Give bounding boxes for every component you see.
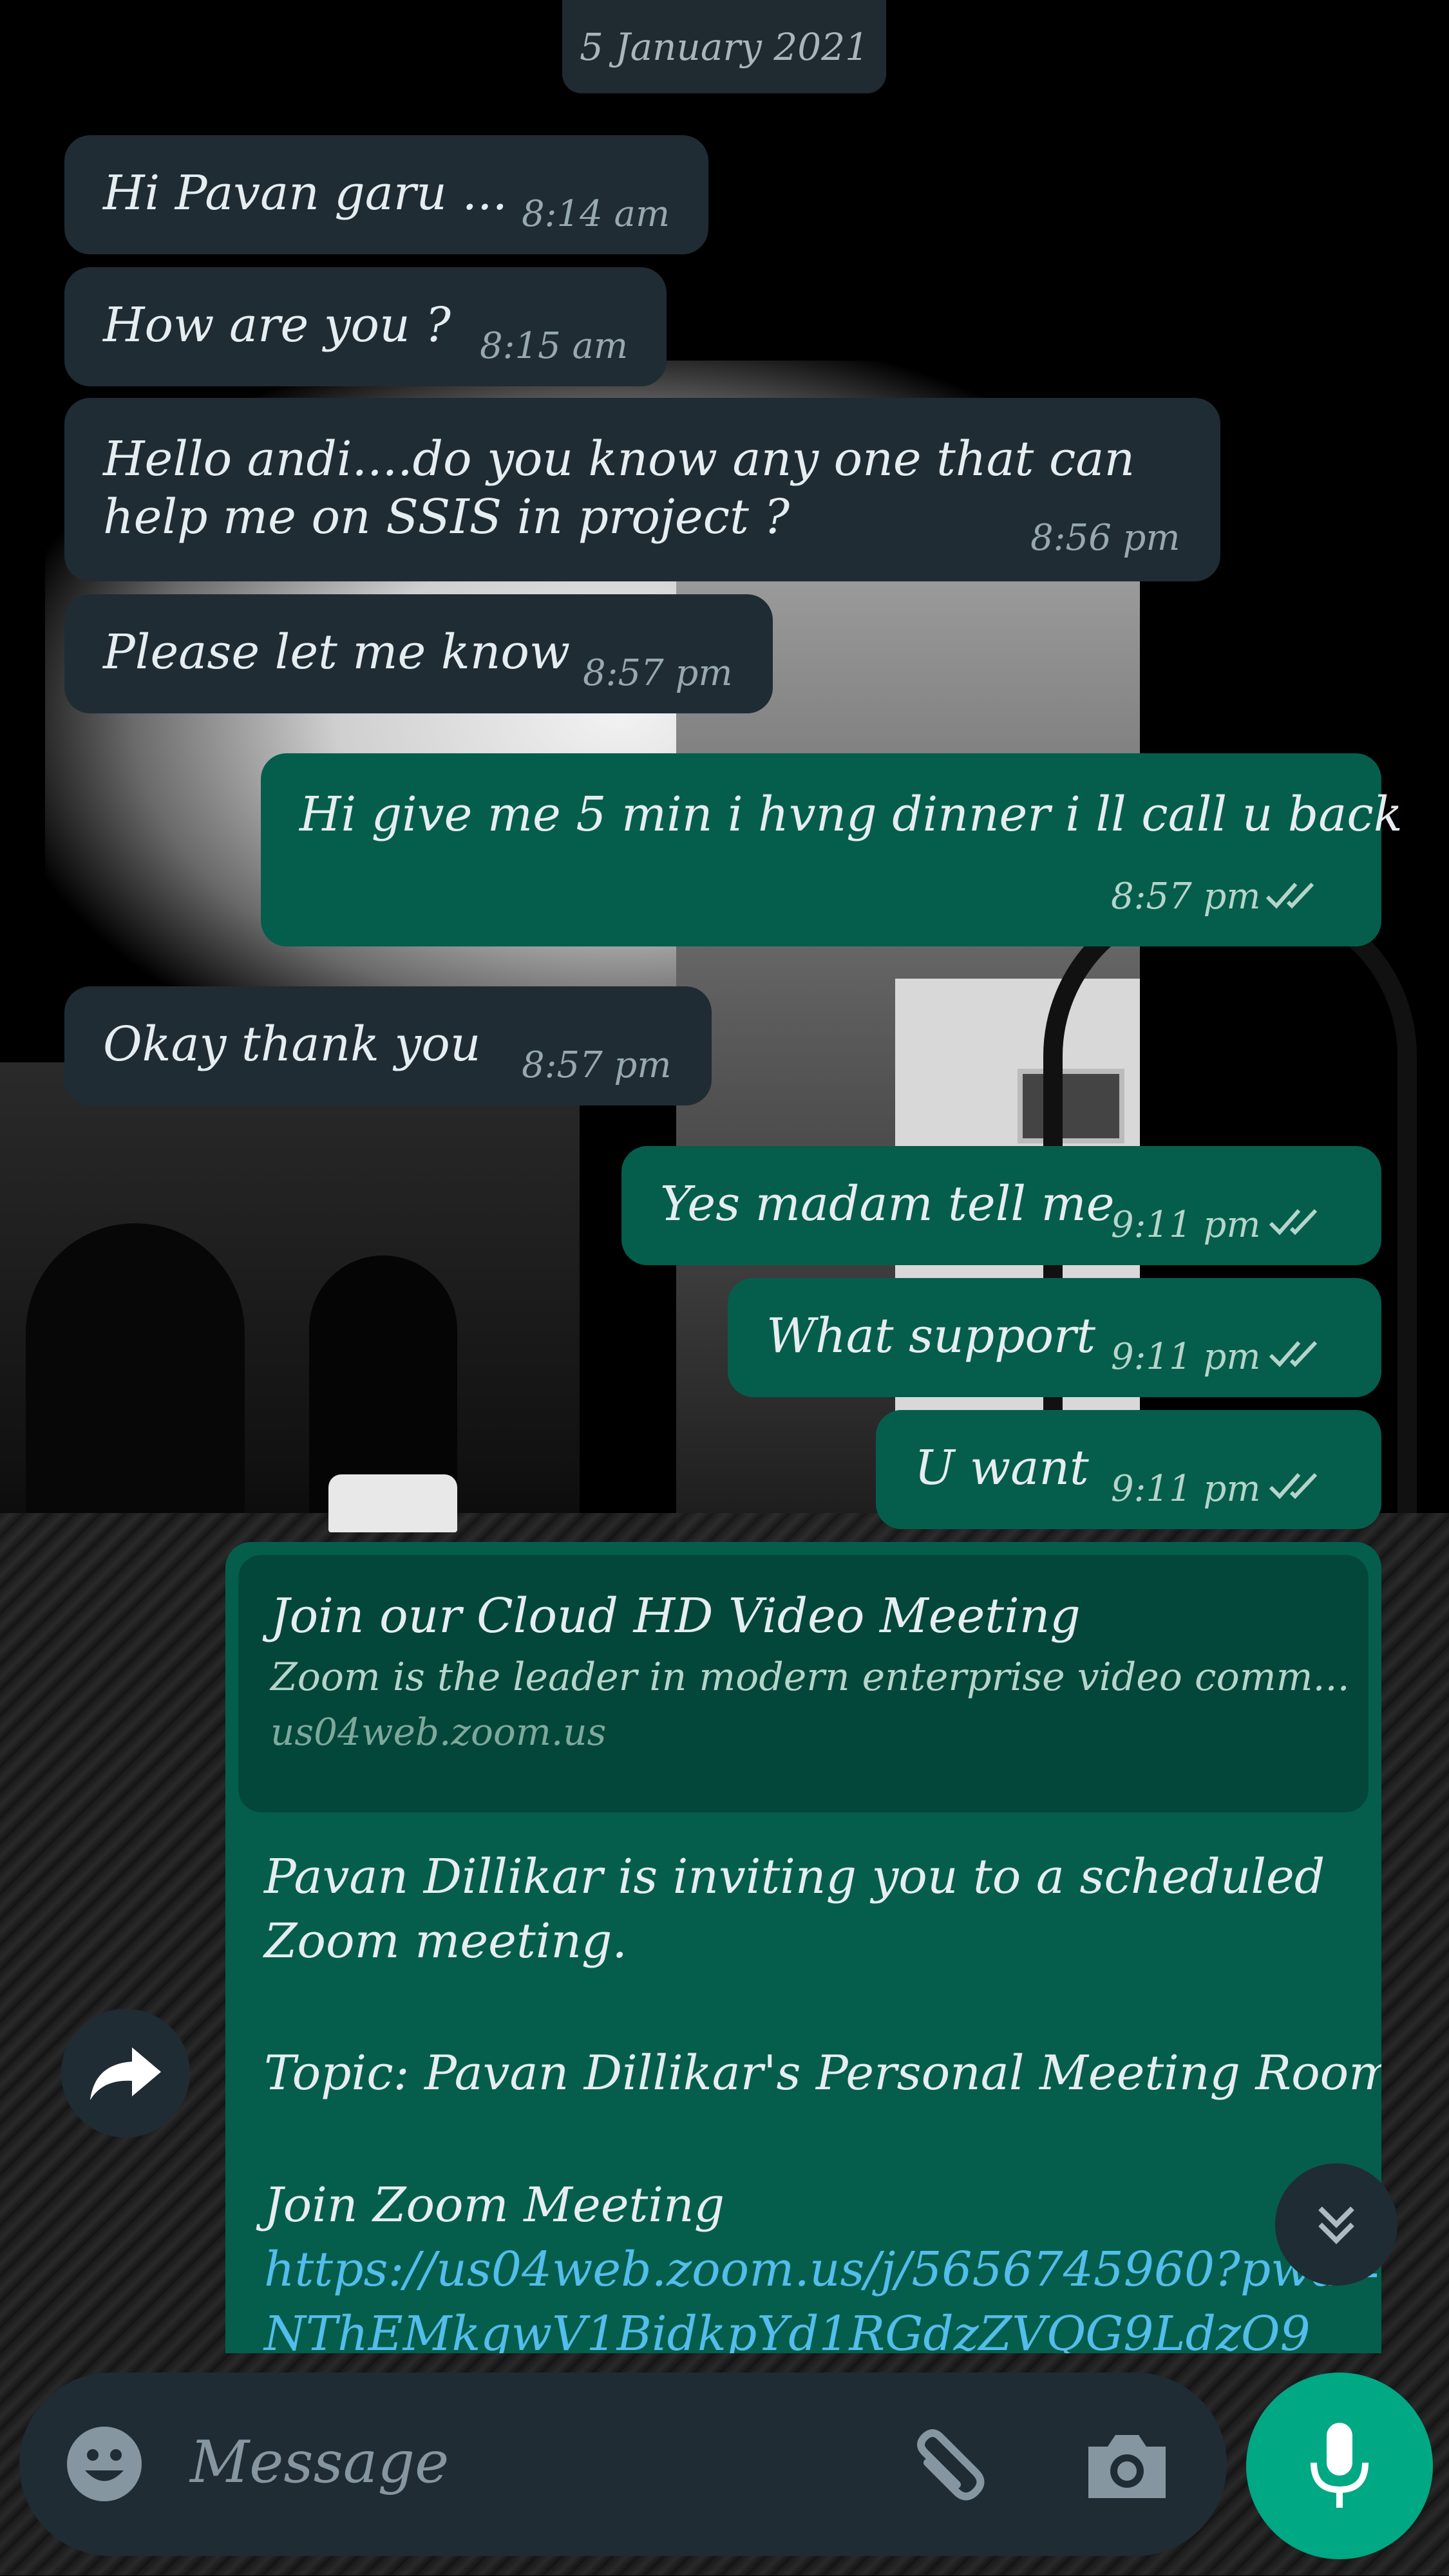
message-text: Please let me know: [103, 625, 571, 680]
message-time: 8:57 pm: [583, 652, 733, 694]
paperclip-icon[interactable]: [902, 2418, 998, 2514]
message-time: 8:57 pm: [1111, 876, 1261, 917]
message-text: Okay thank you: [103, 1017, 481, 1072]
mic-icon: [1311, 2423, 1368, 2508]
message-text: Yes madam tell me: [660, 1176, 1115, 1232]
incoming-message[interactable]: Okay thank you 8:57 pm: [64, 986, 712, 1105]
double-check-icon: [1265, 882, 1314, 909]
message-time: 8:15 am: [480, 325, 629, 367]
link-preview-title: Join our Cloud HD Video Meeting: [270, 1588, 1081, 1644]
incoming-message[interactable]: Hi Pavan garu ... 8:14 am: [64, 135, 708, 254]
message-text-line: Hello andi....do you know any one that c…: [103, 431, 1135, 487]
message-text: Hi Pavan garu ...: [103, 165, 508, 221]
camera-icon[interactable]: [1082, 2427, 1172, 2505]
chevron-double-down-icon: [1318, 2206, 1354, 2244]
outgoing-message[interactable]: Yes madam tell me 9:11 pm: [621, 1146, 1381, 1265]
meeting-link[interactable]: https://us04web.zoom.us/j/5656745960?pwd…: [264, 2237, 1381, 2302]
outgoing-message[interactable]: U want 9:11 pm: [876, 1410, 1381, 1529]
link-preview-domain: us04web.zoom.us: [270, 1710, 607, 1754]
double-check-icon: [1269, 1340, 1318, 1368]
emoji-icon[interactable]: [64, 2424, 145, 2505]
message-time: 9:11 pm: [1111, 1468, 1261, 1510]
incoming-message[interactable]: How are you ? 8:15 am: [64, 267, 667, 386]
message-text: U want: [914, 1440, 1089, 1496]
invite-join-heading: Join Zoom Meeting: [264, 2177, 725, 2233]
outgoing-link-message[interactable]: Join our Cloud HD Video Meeting Zoom is …: [225, 1542, 1381, 2353]
outgoing-message[interactable]: Hi give me 5 min i hvng dinner i ll call…: [261, 753, 1403, 946]
message-time: 8:14 am: [522, 193, 670, 235]
incoming-message[interactable]: Hello andi....do you know any one that c…: [64, 398, 1220, 581]
voice-record-button[interactable]: [1246, 2373, 1433, 2559]
message-time: 8:56 pm: [1030, 517, 1180, 559]
date-chip: 5 January 2021: [562, 0, 886, 93]
message-input[interactable]: Message: [190, 2430, 449, 2495]
double-check-icon: [1269, 1472, 1318, 1500]
incoming-message[interactable]: Please let me know 8:57 pm: [64, 594, 773, 713]
forward-button[interactable]: [61, 2009, 190, 2138]
invite-text-line: Pavan Dillikar is inviting you to a sche…: [264, 1849, 1325, 1904]
double-check-icon: [1269, 1208, 1318, 1236]
forward-icon: [90, 2047, 161, 2100]
message-text: Hi give me 5 min i hvng dinner i ll call…: [299, 787, 1403, 842]
invite-text-line: Zoom meeting.: [264, 1913, 627, 1969]
link-preview[interactable]: Join our Cloud HD Video Meeting Zoom is …: [238, 1555, 1368, 1812]
scroll-to-bottom-button[interactable]: [1275, 2163, 1397, 2286]
message-text: How are you ?: [103, 297, 451, 353]
outgoing-message[interactable]: What support 9:11 pm: [728, 1278, 1381, 1397]
message-time: 9:11 pm: [1111, 1336, 1261, 1378]
message-composer[interactable]: Message: [19, 2373, 1227, 2556]
message-text: What support: [766, 1308, 1096, 1364]
message-time: 8:57 pm: [522, 1044, 672, 1086]
invite-topic: Topic: Pavan Dillikar's Personal Meeting…: [264, 2045, 1381, 2101]
meeting-link[interactable]: NThEMkgwV1BidkpYd1RGdzZVQG9LdzO9: [264, 2302, 1311, 2353]
message-time: 9:11 pm: [1111, 1204, 1261, 1246]
message-text-line: help me on SSIS in project ?: [103, 489, 790, 545]
